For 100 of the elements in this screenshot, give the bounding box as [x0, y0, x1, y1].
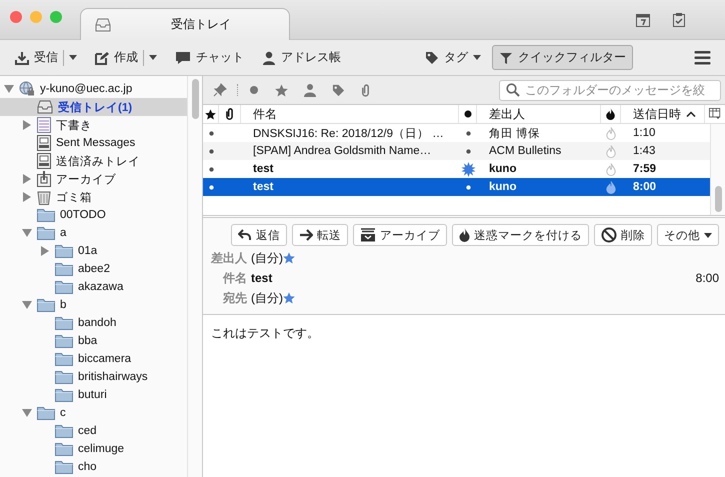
tree-toggle-icon[interactable] — [22, 174, 32, 184]
header-button[interactable]: アーカイブ — [353, 224, 447, 246]
folder-item[interactable]: b — [0, 296, 187, 314]
folder-item[interactable]: cho — [0, 458, 187, 476]
window-tab[interactable]: 受信トレイ — [80, 8, 290, 40]
caret-icon[interactable] — [149, 55, 157, 60]
folder-item[interactable]: buturi — [0, 386, 187, 404]
caret-icon[interactable] — [473, 55, 481, 60]
field-label: 差出人 — [211, 250, 247, 266]
folder-item[interactable]: bba — [0, 332, 187, 350]
column-picker-icon[interactable] — [709, 108, 721, 120]
folder-item[interactable]: britishairways — [0, 368, 187, 386]
flame-icon[interactable] — [606, 144, 616, 158]
tree-toggle-icon[interactable] — [4, 84, 14, 94]
toolbar-button[interactable]: クイックフィルター — [492, 45, 633, 70]
dot-icon[interactable] — [466, 130, 470, 136]
tree-toggle-icon[interactable] — [22, 228, 32, 238]
tree-toggle-icon[interactable] — [22, 300, 32, 310]
lined-page-icon — [37, 117, 51, 133]
header-button[interactable]: その他 — [657, 224, 719, 246]
tasks-icon[interactable] — [671, 12, 687, 28]
header-button[interactable]: 返信 — [231, 224, 287, 246]
folder-item[interactable]: アーカイブ — [0, 170, 187, 188]
new-mail-burst-icon[interactable] — [460, 162, 476, 176]
flame-icon[interactable] — [606, 180, 616, 194]
reply-arrow-icon — [238, 229, 252, 241]
folder-icon — [55, 370, 73, 384]
attachment-filter-toggle[interactable] — [359, 82, 372, 98]
folder-icon — [37, 208, 55, 222]
field-label: 件名 — [223, 270, 247, 286]
folder-item[interactable]: ced — [0, 422, 187, 440]
folder-item[interactable]: y-kuno@uec.ac.jp — [0, 80, 187, 98]
folder-icon — [55, 442, 73, 456]
inbox-icon — [95, 18, 111, 32]
tree-toggle-icon[interactable] — [22, 408, 32, 418]
folder-icon — [55, 388, 73, 402]
pin-filter-toggle[interactable] — [211, 81, 229, 99]
message-row[interactable]: test kuno 7:59 — [203, 160, 710, 178]
folder-item[interactable]: 00TODO — [0, 206, 187, 224]
folder-item[interactable]: c — [0, 404, 187, 422]
unread-filter-toggle[interactable] — [247, 83, 261, 97]
message-row[interactable]: DNSKSIJ16: Re: 2018/12/9（日） … 角田 博保 1:10 — [203, 124, 710, 142]
inbox-icon — [37, 100, 53, 114]
toolbar-button[interactable]: 作成 — [88, 45, 164, 70]
dot-icon[interactable] — [466, 184, 470, 190]
date-cell-text: 1:10 — [632, 127, 656, 139]
globe-lock-icon — [19, 81, 35, 97]
caret-icon[interactable] — [69, 55, 77, 60]
folder-item[interactable]: 送信済みトレイ — [0, 152, 187, 170]
flame-icon[interactable] — [606, 126, 616, 140]
search-field[interactable]: このフォルダーのメッセージを絞 — [499, 80, 721, 100]
contact-filter-toggle[interactable] — [302, 81, 318, 99]
header-button[interactable]: 迷惑マークを付ける — [452, 224, 589, 246]
calendar-icon[interactable] — [635, 12, 651, 28]
folder-icon — [37, 298, 55, 312]
folder-icon — [55, 352, 73, 366]
contact-star-icon[interactable] — [283, 252, 295, 264]
tree-toggle-icon[interactable] — [22, 120, 32, 130]
folder-item[interactable]: akazawa — [0, 278, 187, 296]
folder-icon — [55, 316, 73, 330]
column-header[interactable] — [203, 105, 219, 123]
folder-item[interactable]: bandoh — [0, 314, 187, 332]
close-window-button[interactable] — [10, 11, 22, 23]
folder-item[interactable]: abee2 — [0, 260, 187, 278]
column-header[interactable]: 送信日時 — [621, 105, 705, 123]
folder-item[interactable]: a — [0, 224, 187, 242]
header-button[interactable]: 転送 — [292, 224, 348, 246]
message-row[interactable]: [SPAM] Andrea Goldsmith Name… ACM Bulletins 1:43 — [203, 142, 710, 160]
field-value: test — [251, 271, 272, 285]
contact-star-icon[interactable] — [283, 292, 295, 304]
flame-icon[interactable] — [606, 162, 616, 176]
subject-cell-text: DNSKSIJ16: Re: 2018/12/9（日） … — [252, 126, 445, 140]
download-icon — [15, 50, 29, 64]
toolbar-button[interactable]: タグ — [418, 45, 488, 70]
dot-icon[interactable] — [208, 148, 214, 154]
toolbar-button[interactable]: アドレス帳 — [255, 45, 348, 70]
dot-icon[interactable] — [208, 130, 214, 136]
folder-item[interactable]: 下書き — [0, 116, 187, 134]
header-button[interactable]: 削除 — [594, 224, 652, 246]
menu-icon[interactable] — [694, 50, 711, 64]
folder-item[interactable]: Sent Messages — [0, 134, 187, 152]
dot-icon[interactable] — [466, 148, 470, 154]
date-cell-text: 7:59 — [632, 163, 658, 175]
folder-item[interactable]: ゴミ箱 — [0, 188, 187, 206]
folder-item[interactable]: celimuge — [0, 440, 187, 458]
toolbar-button[interactable]: 受信 — [8, 45, 84, 70]
dot-icon[interactable] — [208, 166, 214, 172]
subject-cell-text: [SPAM] Andrea Goldsmith Name… — [252, 145, 432, 157]
tree-toggle-icon[interactable] — [40, 246, 50, 256]
folder-item[interactable]: 受信トレイ(1) — [0, 98, 187, 116]
tree-toggle-icon[interactable] — [22, 192, 32, 202]
dot-icon[interactable] — [208, 184, 214, 190]
scrollbar-thumb[interactable] — [714, 186, 722, 212]
toolbar-button[interactable]: チャット — [168, 45, 251, 70]
message-row[interactable]: test kuno 8:00 — [203, 178, 710, 196]
folder-item[interactable]: 01a — [0, 242, 187, 260]
folder-item[interactable]: biccamera — [0, 350, 187, 368]
column-header[interactable]: 件名 — [241, 105, 459, 123]
column-header[interactable]: 差出人 — [477, 105, 601, 123]
scrollbar-thumb[interactable] — [192, 79, 198, 119]
